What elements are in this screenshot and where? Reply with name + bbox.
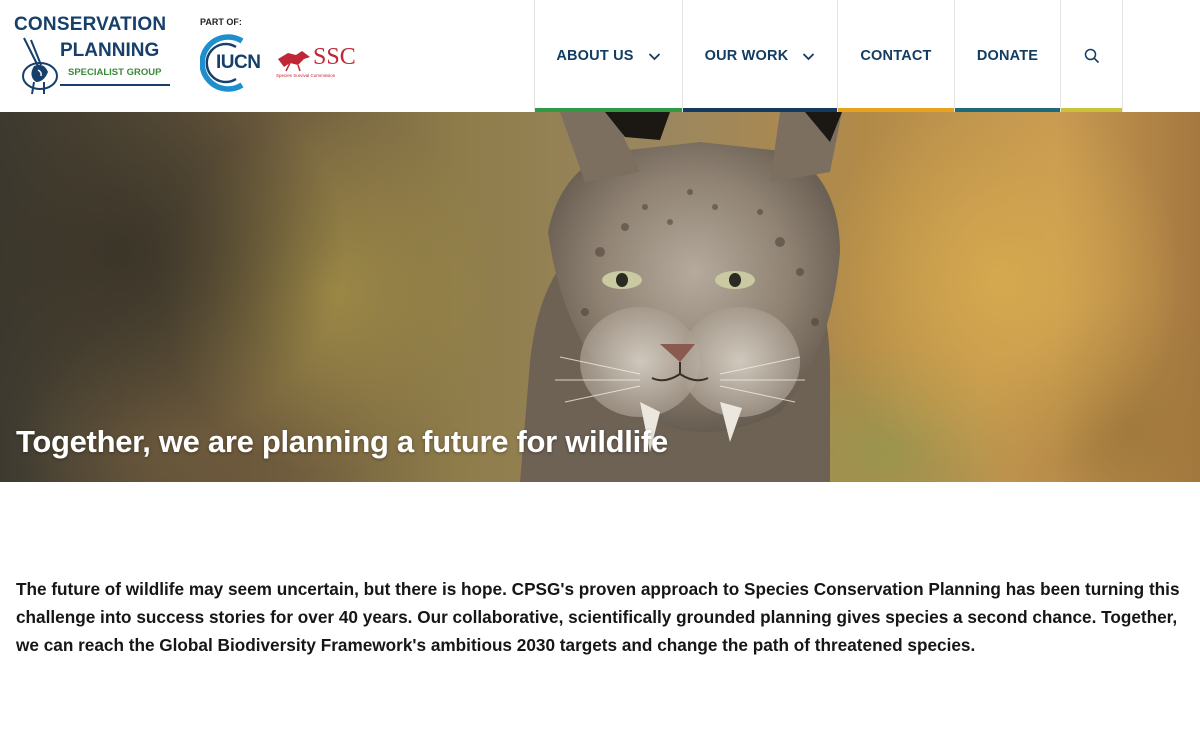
hero-title: Together, we are planning a future for w…: [16, 424, 668, 459]
nav-label-contact: CONTACT: [860, 48, 932, 64]
chevron-down-icon: [648, 52, 660, 60]
nav-item-about-us[interactable]: ABOUT US: [534, 0, 682, 112]
part-of-label: PART OF:: [200, 17, 242, 27]
iucn-logo-text: IUCN: [216, 52, 261, 73]
oryx-logo-icon: [22, 37, 58, 95]
nav-label-about-us: ABOUT US: [556, 48, 634, 64]
hero-banner: Together, we are planning a future for w…: [0, 112, 1200, 482]
site-header: CONSERVATION PLANNING SPECIALIST GROUP P…: [0, 0, 1200, 112]
logo-text-specialist-group: SPECIALIST GROUP: [68, 67, 162, 78]
ssc-logo-text: SSC: [313, 44, 356, 70]
cpsg-logo[interactable]: CONSERVATION PLANNING SPECIALIST GROUP: [14, 14, 174, 96]
chevron-down-icon: [803, 52, 815, 60]
logo-text-planning: PLANNING: [60, 40, 160, 61]
logo-text-conservation: CONSERVATION: [14, 14, 167, 35]
search-button[interactable]: [1060, 0, 1123, 112]
search-icon: [1084, 48, 1099, 64]
nav-item-contact[interactable]: CONTACT: [837, 0, 954, 112]
intro-paragraph: The future of wildlife may seem uncertai…: [16, 579, 1180, 655]
nav-item-our-work[interactable]: OUR WORK: [682, 0, 837, 112]
nav-label-donate: DONATE: [976, 48, 1039, 64]
ssc-subtitle: Species Survival Commission: [276, 73, 336, 78]
nav-item-donate[interactable]: DONATE: [954, 0, 1060, 112]
logo-divider: [60, 84, 170, 86]
nav-label-our-work: OUR WORK: [704, 48, 789, 64]
